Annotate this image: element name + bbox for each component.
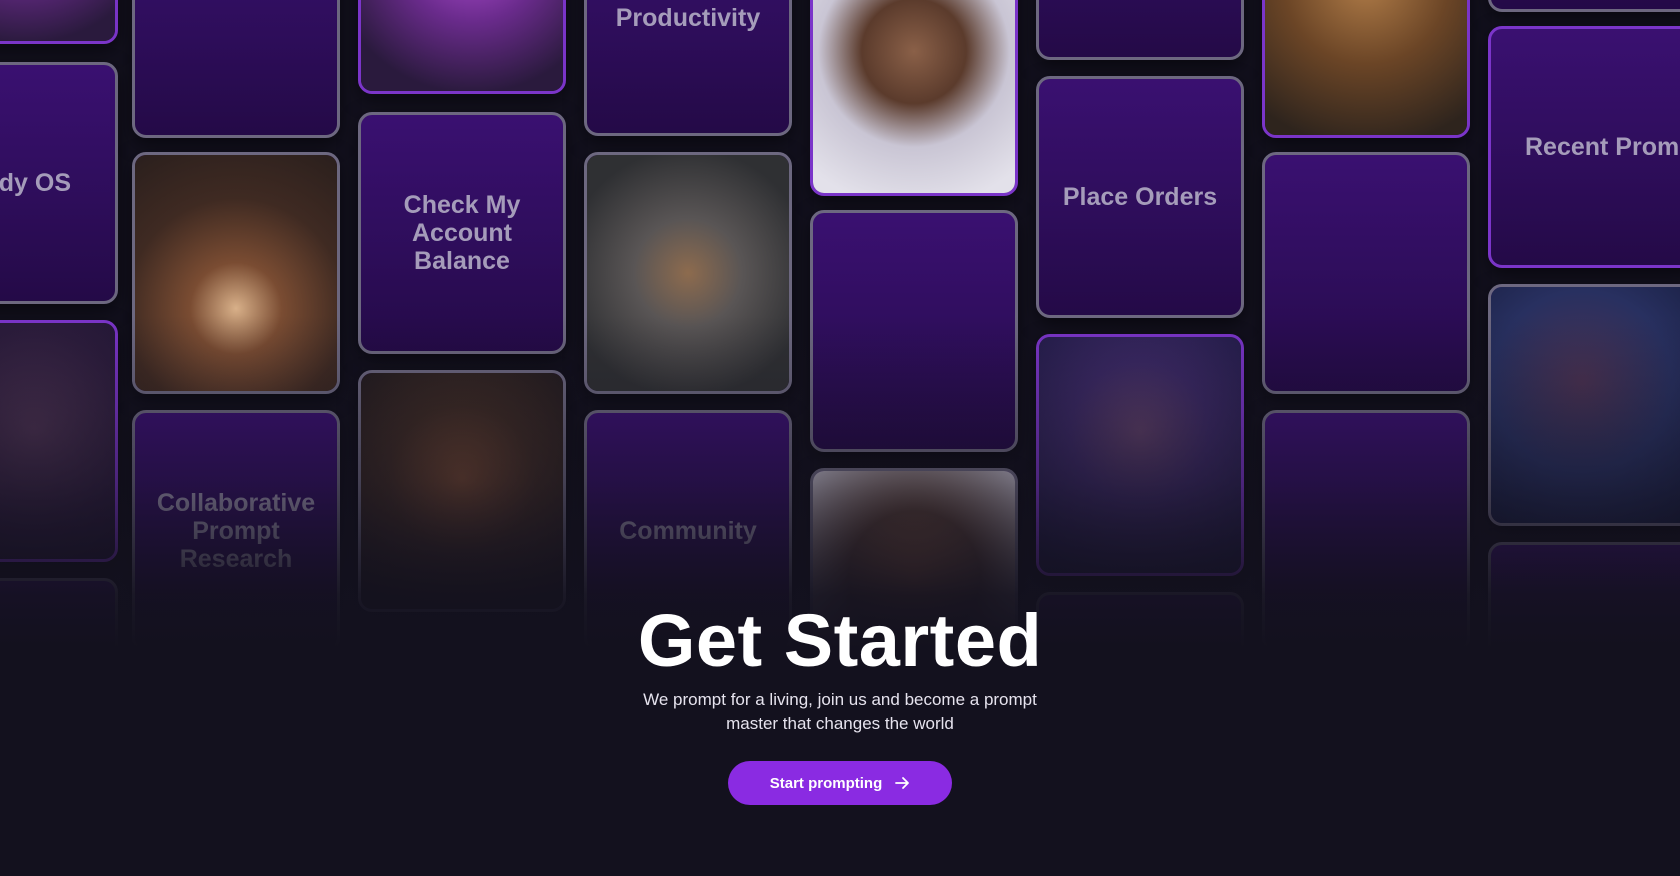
fashion-image [361,0,563,91]
tile-empty[interactable] [1262,152,1470,394]
image-tile-lion[interactable] [584,152,792,394]
tile-empty[interactable] [1036,0,1244,60]
boy-portrait-image [813,0,1015,193]
tile-place-orders[interactable]: Place Orders [1036,76,1244,318]
start-prompting-button[interactable]: Start prompting [727,761,953,805]
tile-label: Community [619,517,757,545]
image-tile-face[interactable] [0,320,118,562]
image-tile-boy[interactable] [810,0,1018,196]
tile-label: Productivity [615,4,761,32]
tile-empty[interactable] [1488,0,1680,12]
start-prompting-label: Start prompting [769,774,883,792]
tile-empty[interactable] [132,0,340,138]
tile-label: Check My Account Balance [403,191,521,275]
image-tile-girl[interactable] [358,370,566,612]
hero-subtitle: We prompt for a living, join us and beco… [643,690,1037,733]
page-title: Get Started [637,599,1043,682]
girl-image [361,373,563,609]
tile-empty[interactable] [810,210,1018,452]
tile-label: dy OS [0,169,71,197]
hero-section: a dy OS Collaborative Prompt Research Ch… [0,0,1680,876]
warrior-image [1039,337,1241,573]
robot-image [1265,0,1467,135]
image-tile-fashion[interactable] [358,0,566,94]
tile-partial-os[interactable]: dy OS [0,62,118,304]
neon-portrait-image [1491,287,1680,523]
lion-image [587,155,789,391]
image-tile-street-art[interactable]: a [0,0,118,44]
tile-label: Place Orders [1062,183,1218,211]
tile-label: Collaborative Prompt Research [156,489,316,573]
portrait-image [0,323,115,559]
reading-boy-image [135,155,337,391]
image-tile-robot[interactable] [1262,0,1470,138]
tile-check-account-balance[interactable]: Check My Account Balance [358,112,566,354]
image-tile-warrior[interactable] [1036,334,1244,576]
tile-label: Recent Promp [1525,133,1680,161]
hero-content: Get Started We prompt for a living, join… [0,598,1680,805]
tile-recent-prompts[interactable]: Recent Promp [1488,26,1680,268]
tile-productivity[interactable]: Productivity [584,0,792,136]
arrow-right-icon [894,775,910,791]
street-art-image [0,0,115,41]
image-tile-neon[interactable] [1488,284,1680,526]
image-tile-reader[interactable] [132,152,340,394]
